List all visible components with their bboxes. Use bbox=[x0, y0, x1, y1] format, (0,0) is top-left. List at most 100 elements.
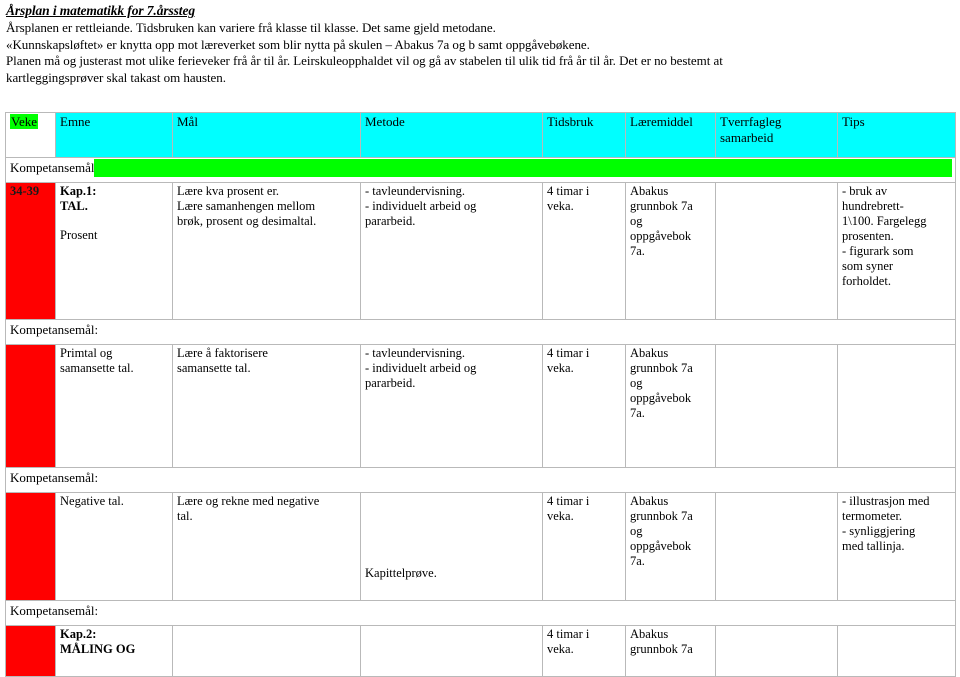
tips-line-4: prosenten. bbox=[842, 229, 894, 243]
laeremiddel-line-5: 7a. bbox=[630, 244, 645, 258]
cell-veke bbox=[5, 625, 56, 677]
cell-mal: Lære kva prosent er. Lære samanhengen me… bbox=[172, 182, 361, 320]
mal-line-1: Lære kva prosent er. bbox=[177, 184, 280, 198]
column-header-tverrfagleg: Tverrfagleg samarbeid bbox=[715, 112, 838, 158]
metode-line-3: pararbeid. bbox=[365, 214, 416, 228]
mal-line-2: tal. bbox=[177, 509, 193, 523]
laeremiddel-line-5: 7a. bbox=[630, 406, 645, 420]
cell-veke bbox=[5, 344, 56, 468]
cell-tverrfagleg bbox=[715, 492, 838, 601]
metode-kapittelprove: Kapittelprøve. bbox=[365, 566, 437, 580]
tidsbruk-line-2: veka. bbox=[547, 361, 574, 375]
laeremiddel-line-3: og bbox=[630, 376, 643, 390]
yearplan-table: Veke Emne Mål Metode Tidsbruk Læremiddel… bbox=[5, 112, 956, 677]
mal-line-3: brøk, prosent og desimaltal. bbox=[177, 214, 317, 228]
page-title: Årsplan i matematikk for 7.årssteg bbox=[6, 3, 195, 18]
emne-line-1: Negative tal. bbox=[60, 494, 124, 508]
cell-emne: Kap.1: TAL. Prosent bbox=[55, 182, 173, 320]
kompetansemal-cell-4: Kompetansemål: bbox=[5, 600, 956, 626]
column-header-emne: Emne bbox=[55, 112, 173, 158]
laeremiddel-line-1: Abakus bbox=[630, 494, 669, 508]
tips-line-1: - illustrasjon med bbox=[842, 494, 930, 508]
metode-line-3: pararbeid. bbox=[365, 376, 416, 390]
column-header-veke: Veke bbox=[5, 112, 56, 158]
tidsbruk-line-1: 4 timar i bbox=[547, 627, 590, 641]
tidsbruk-line-1: 4 timar i bbox=[547, 184, 590, 198]
emne-line-2: TAL. bbox=[60, 199, 88, 213]
metode-line-1: - tavleundervisning. bbox=[365, 346, 465, 360]
kompetansemal-cell-2: Kompetansemål: bbox=[5, 319, 956, 345]
tips-line-2: termometer. bbox=[842, 509, 903, 523]
tidsbruk-line-1: 4 timar i bbox=[547, 346, 590, 360]
tips-line-2: hundrebrett- bbox=[842, 199, 904, 213]
cell-metode: Kapittelprøve. bbox=[360, 492, 543, 601]
laeremiddel-line-3: og bbox=[630, 214, 643, 228]
emne-line-1: Kap.1: bbox=[60, 184, 97, 198]
mal-line-1: Lære å faktorisere bbox=[177, 346, 268, 360]
tips-line-1: - bruk av bbox=[842, 184, 888, 198]
tips-line-7: forholdet. bbox=[842, 274, 891, 288]
laeremiddel-line-2: grunnbok 7a bbox=[630, 642, 693, 656]
cell-tidsbruk: 4 timar i veka. bbox=[542, 344, 626, 468]
tips-line-3: 1\100. Fargelegg bbox=[842, 214, 927, 228]
mal-line-2: samansette tal. bbox=[177, 361, 251, 375]
tidsbruk-line-2: veka. bbox=[547, 199, 574, 213]
column-header-metode: Metode bbox=[360, 112, 543, 158]
column-header-tidsbruk: Tidsbruk bbox=[542, 112, 626, 158]
column-header-mal: Mål bbox=[172, 112, 361, 158]
kompetansemal-row-1: Kompetansemål bbox=[5, 157, 956, 183]
tips-line-4: med tallinja. bbox=[842, 539, 905, 553]
intro-line-3: Planen må og justerast mot ulike ferieve… bbox=[6, 53, 723, 68]
tips-line-6: som syner bbox=[842, 259, 894, 273]
tidsbruk-line-2: veka. bbox=[547, 642, 574, 656]
column-header-tips: Tips bbox=[837, 112, 956, 158]
cell-tidsbruk: 4 timar i veka. bbox=[542, 492, 626, 601]
cell-veke bbox=[5, 492, 56, 601]
cell-emne: Kap.2: MÅLING OG bbox=[55, 625, 173, 677]
kompetansemal-row-2: Kompetansemål: bbox=[5, 319, 956, 345]
mal-line-1: Lære og rekne med negative bbox=[177, 494, 320, 508]
tverrfagleg-line-2: samarbeid bbox=[720, 130, 774, 145]
table-row: Negative tal. Lære og rekne med negative… bbox=[5, 492, 956, 601]
kompetansemal-row-3: Kompetansemål: bbox=[5, 467, 956, 493]
laeremiddel-line-2: grunnbok 7a bbox=[630, 361, 693, 375]
cell-emne: Negative tal. bbox=[55, 492, 173, 601]
kompetansemal-cell-1: Kompetansemål bbox=[5, 157, 956, 183]
tverrfagleg-line-1: Tverrfagleg bbox=[720, 114, 782, 129]
tidsbruk-line-2: veka. bbox=[547, 509, 574, 523]
laeremiddel-line-2: grunnbok 7a bbox=[630, 199, 693, 213]
emne-line-2: MÅLING OG bbox=[60, 642, 136, 656]
laeremiddel-line-1: Abakus bbox=[630, 346, 669, 360]
cell-veke: 34-39 bbox=[5, 182, 56, 320]
table-header-row: Veke Emne Mål Metode Tidsbruk Læremiddel… bbox=[5, 112, 956, 158]
kompetansemal-label-1: Kompetansemål bbox=[10, 160, 95, 175]
cell-mal bbox=[172, 625, 361, 677]
tips-line-5: - figurark som bbox=[842, 244, 914, 258]
intro-line-4: kartleggingsprøver skal takast om hauste… bbox=[6, 69, 226, 85]
cell-emne: Primtal og samansette tal. bbox=[55, 344, 173, 468]
emne-line-1: Primtal og bbox=[60, 346, 113, 360]
table-row: 34-39 Kap.1: TAL. Prosent Lære kva prose… bbox=[5, 182, 956, 320]
metode-line-1: - tavleundervisning. bbox=[365, 184, 465, 198]
metode-line-2: - individuelt arbeid og bbox=[365, 361, 477, 375]
laeremiddel-line-1: Abakus bbox=[630, 184, 669, 198]
intro-block: Årsplan i matematikk for 7.årssteg Årspl… bbox=[0, 0, 960, 86]
laeremiddel-line-1: Abakus bbox=[630, 627, 669, 641]
intro-line-1: Årsplanen er rettleiande. Tidsbruken kan… bbox=[6, 20, 496, 35]
table-row: Kap.2: MÅLING OG 4 timar i veka. Abakus … bbox=[5, 625, 956, 677]
emne-line-3: Prosent bbox=[60, 228, 98, 242]
cell-metode: - tavleundervisning. - individuelt arbei… bbox=[360, 344, 543, 468]
cell-metode bbox=[360, 625, 543, 677]
laeremiddel-line-3: og bbox=[630, 524, 643, 538]
cell-tips: - bruk av hundrebrett- 1\100. Fargelegg … bbox=[837, 182, 956, 320]
cell-laeremiddel: Abakus grunnbok 7a og oppgåvebok 7a. bbox=[625, 344, 716, 468]
metode-line-2: - individuelt arbeid og bbox=[365, 199, 477, 213]
tidsbruk-line-1: 4 timar i bbox=[547, 494, 590, 508]
cell-tidsbruk: 4 timar i veka. bbox=[542, 625, 626, 677]
cell-tverrfagleg bbox=[715, 625, 838, 677]
laeremiddel-line-4: oppgåvebok bbox=[630, 229, 692, 243]
cell-tips: - illustrasjon med termometer. - synligg… bbox=[837, 492, 956, 601]
emne-line-1: Kap.2: bbox=[60, 627, 97, 641]
table-row: Primtal og samansette tal. Lære å faktor… bbox=[5, 344, 956, 468]
cell-tidsbruk: 4 timar i veka. bbox=[542, 182, 626, 320]
